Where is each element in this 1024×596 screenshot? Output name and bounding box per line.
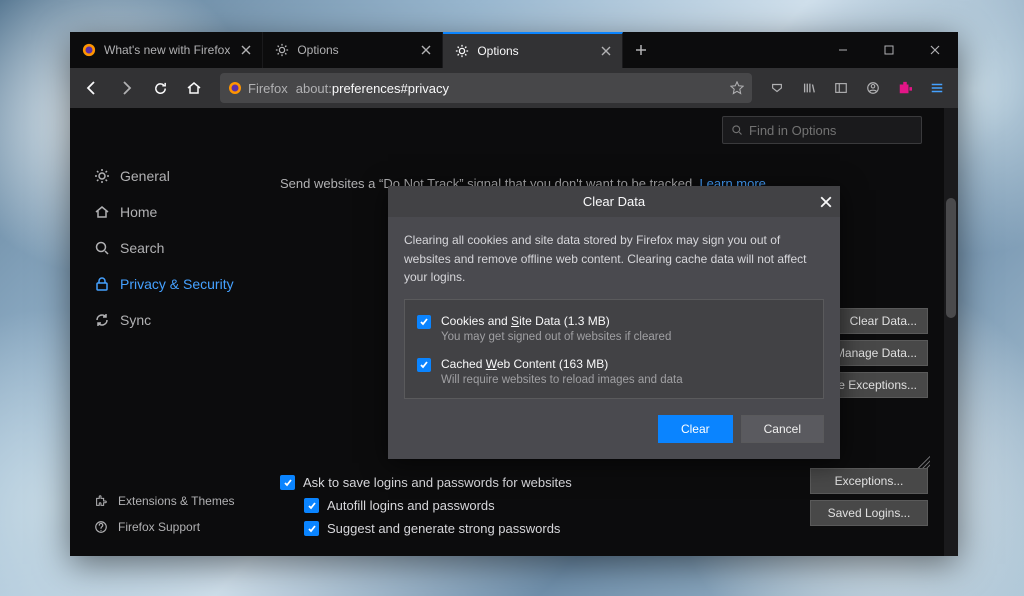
sidebar-item-label: Search <box>120 240 164 256</box>
sidebar-footer: Extensions & Themes Firefox Support <box>90 488 270 540</box>
cancel-button[interactable]: Cancel <box>741 415 824 443</box>
sidebar-item-label: Firefox Support <box>118 520 200 534</box>
library-icon[interactable] <box>794 73 824 103</box>
option-title: Cached Web Content (163 MB) <box>441 357 683 371</box>
tab-options-2[interactable]: Options <box>443 32 623 68</box>
tab-label: What's new with Firefox <box>104 43 230 57</box>
account-icon[interactable] <box>858 73 888 103</box>
sidebar-item-search[interactable]: Search <box>90 230 270 266</box>
home-icon <box>94 204 110 220</box>
close-icon[interactable] <box>598 43 614 59</box>
tab-label: Options <box>477 44 590 58</box>
dialog-body: Clearing all cookies and site data store… <box>388 217 840 459</box>
clear-data-dialog: Clear Data Clearing all cookies and site… <box>388 186 840 459</box>
firefox-icon <box>228 81 242 95</box>
modal-overlay: Clear Data Clearing all cookies and site… <box>270 108 958 556</box>
clear-button[interactable]: Clear <box>658 415 733 443</box>
close-icon[interactable] <box>418 42 434 58</box>
titlebar: What's new with Firefox Options Option <box>70 32 958 68</box>
search-icon <box>94 240 110 256</box>
cookies-option[interactable]: Cookies and Site Data (1.3 MB) You may g… <box>417 310 811 353</box>
option-title: Cookies and Site Data (1.3 MB) <box>441 314 671 328</box>
reload-button[interactable] <box>144 72 176 104</box>
dialog-actions: Clear Cancel <box>404 415 824 443</box>
home-button[interactable] <box>178 72 210 104</box>
sidebar-item-sync[interactable]: Sync <box>90 302 270 338</box>
url-bar[interactable]: Firefox about:preferences#privacy <box>220 73 752 103</box>
tab-whats-new[interactable]: What's new with Firefox <box>70 32 263 68</box>
sidebar: General Home Search Privacy & Security S… <box>70 108 270 556</box>
checkbox-checked-icon <box>417 358 431 372</box>
sidebar-icon[interactable] <box>826 73 856 103</box>
scrollbar[interactable] <box>944 108 958 556</box>
sidebar-item-label: Extensions & Themes <box>118 494 235 508</box>
sidebar-item-label: Sync <box>120 312 151 328</box>
nav-toolbar: Firefox about:preferences#privacy <box>70 68 958 108</box>
option-subtext: You may get signed out of websites if cl… <box>441 331 671 343</box>
dialog-header: Clear Data <box>388 186 840 217</box>
back-button[interactable] <box>76 72 108 104</box>
toolbar-actions <box>762 73 952 103</box>
dialog-title: Clear Data <box>583 194 645 209</box>
close-icon[interactable] <box>820 196 832 208</box>
scrollbar-thumb[interactable] <box>946 198 956 318</box>
lock-icon <box>94 276 110 292</box>
question-icon <box>94 520 108 534</box>
identity-box[interactable]: Firefox <box>228 81 288 96</box>
gear-icon <box>455 44 469 58</box>
gear-icon <box>94 168 110 184</box>
tab-label: Options <box>297 43 410 57</box>
checkbox-checked-icon <box>417 315 431 329</box>
gear-icon <box>275 43 289 57</box>
sidebar-item-extensions[interactable]: Extensions & Themes <box>90 488 270 514</box>
main-pane: Find in Options Send websites a “Do Not … <box>270 108 958 556</box>
tab-strip: What's new with Firefox Options Option <box>70 32 820 68</box>
minimize-button[interactable] <box>820 32 866 68</box>
cache-option[interactable]: Cached Web Content (163 MB) Will require… <box>417 353 811 388</box>
preferences-content: General Home Search Privacy & Security S… <box>70 108 958 556</box>
sidebar-item-label: Privacy & Security <box>120 276 234 292</box>
close-icon[interactable] <box>238 42 254 58</box>
sidebar-item-general[interactable]: General <box>90 158 270 194</box>
sync-icon <box>94 312 110 328</box>
identity-label: Firefox <box>248 81 288 96</box>
menu-icon[interactable] <box>922 73 952 103</box>
sidebar-item-support[interactable]: Firefox Support <box>90 514 270 540</box>
new-tab-button[interactable] <box>623 32 659 68</box>
url-text: about:preferences#privacy <box>296 81 722 96</box>
sidebar-item-label: Home <box>120 204 157 220</box>
tab-options-1[interactable]: Options <box>263 32 443 68</box>
sidebar-item-label: General <box>120 168 170 184</box>
forward-button[interactable] <box>110 72 142 104</box>
sidebar-item-home[interactable]: Home <box>90 194 270 230</box>
sidebar-item-privacy[interactable]: Privacy & Security <box>90 266 270 302</box>
firefox-icon <box>82 43 96 57</box>
window-controls <box>820 32 958 68</box>
dialog-description: Clearing all cookies and site data store… <box>404 231 824 287</box>
option-subtext: Will require websites to reload images a… <box>441 374 683 386</box>
puzzle-icon <box>94 494 108 508</box>
options-box: Cookies and Site Data (1.3 MB) You may g… <box>404 299 824 399</box>
firefox-window: What's new with Firefox Options Option <box>70 32 958 556</box>
close-window-button[interactable] <box>912 32 958 68</box>
maximize-button[interactable] <box>866 32 912 68</box>
bookmark-star-icon[interactable] <box>730 81 744 95</box>
pocket-icon[interactable] <box>762 73 792 103</box>
extension-icon[interactable] <box>890 73 920 103</box>
